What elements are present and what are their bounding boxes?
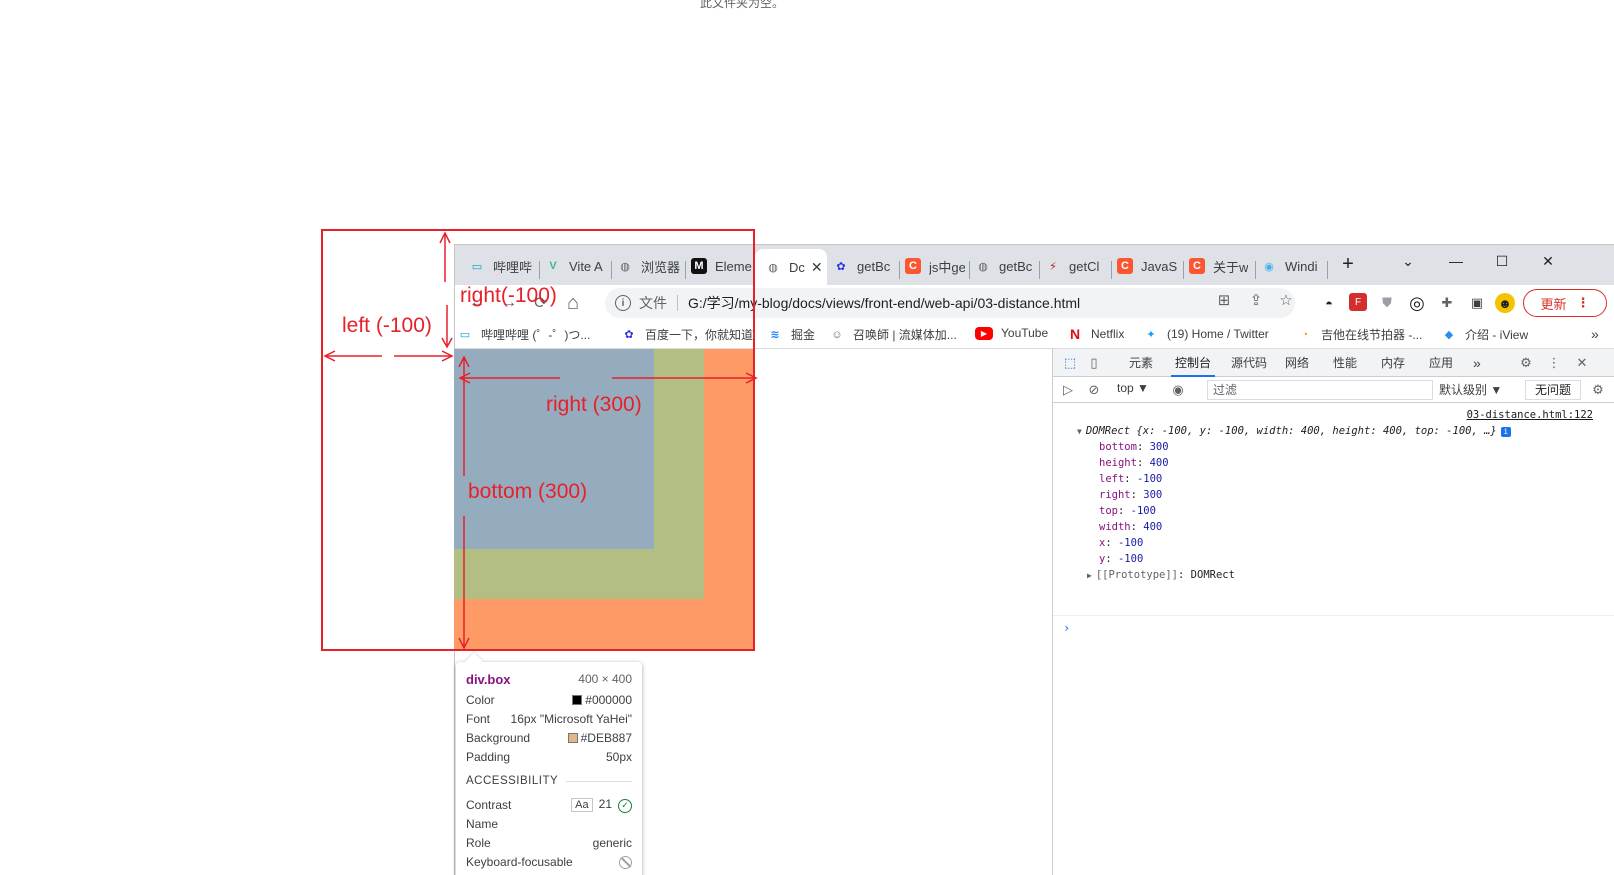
more-tabs-button[interactable]: »	[1473, 349, 1481, 377]
prop-row: left: -100	[1099, 473, 1163, 485]
tab-network[interactable]: 网络	[1285, 349, 1309, 377]
prop-row: width: 400	[1099, 521, 1163, 533]
console-filter-bar: ▷ ⊘ top ▼ ◉ 过滤 默认级别 ▼ 无问题 ⚙	[1053, 377, 1614, 403]
expanded-triangle-icon[interactable]: ▼	[1077, 427, 1082, 436]
clear-console-icon[interactable]: ⊘	[1085, 381, 1103, 399]
tab-sources[interactable]: 源代码	[1231, 349, 1267, 377]
color-swatch	[572, 695, 583, 705]
background-swatch	[567, 733, 578, 743]
device-toolbar-icon[interactable]: ▯	[1085, 354, 1103, 372]
eye-icon[interactable]: ◉	[1169, 381, 1187, 399]
tooltip-selector: div.box	[466, 671, 511, 687]
filter-input[interactable]: 过滤	[1207, 380, 1433, 400]
close-devtools-icon[interactable]: ✕	[1573, 354, 1591, 372]
annotation-right-negative: right(-100)	[460, 284, 557, 307]
sidebar-toggle-icon[interactable]: ▷	[1059, 381, 1077, 399]
inspect-element-icon[interactable]: ⬚	[1061, 354, 1079, 372]
devtools-panel: ⬚ ▯ 元素 控制台 源代码 网络 性能 内存 应用 » ⚙ ⋮ ✕ ▷ ⊘ t…	[1052, 349, 1614, 875]
prototype-row[interactable]: ▶ [[Prototype]]: DOMRect	[1087, 569, 1235, 581]
not-allowed-icon	[619, 855, 632, 869]
tooltip-size: 400 × 400	[578, 672, 632, 686]
annotation-bottom: bottom (300)	[468, 480, 588, 503]
annotation-right: right (300)	[546, 393, 642, 416]
prop-row: y: -100	[1099, 553, 1144, 565]
check-icon: ✓	[618, 799, 632, 813]
console-prompt[interactable]: ›	[1063, 621, 1070, 635]
inspect-tooltip: div.box 400 × 400 Color #000000 Font 16p…	[456, 662, 642, 875]
domrect-summary[interactable]: ▼ DOMRect {x: -100, y: -100, width: 400, …	[1077, 425, 1511, 437]
prop-row: bottom: 300	[1099, 441, 1169, 453]
tab-performance[interactable]: 性能	[1333, 349, 1357, 377]
tab-elements[interactable]: 元素	[1129, 349, 1153, 377]
prop-row: top: -100	[1099, 505, 1156, 517]
accessibility-heading: ACCESSIBILITY	[466, 775, 632, 787]
annotation-left: left (-100)	[342, 314, 432, 337]
console-settings-gear-icon[interactable]: ⚙	[1589, 381, 1607, 399]
info-badge-icon: i	[1500, 427, 1511, 437]
settings-gear-icon[interactable]: ⚙	[1517, 354, 1535, 372]
more-options-icon[interactable]: ⋮	[1545, 354, 1563, 372]
issues-button[interactable]: 无问题	[1525, 380, 1581, 400]
prop-row: right: 300	[1099, 489, 1163, 501]
source-link[interactable]: 03-distance.html:122	[1467, 409, 1593, 421]
tab-console[interactable]: 控制台	[1171, 349, 1216, 377]
prop-row: height: 400	[1099, 457, 1169, 469]
context-selector[interactable]: top ▼	[1117, 381, 1149, 395]
devtools-tabbar: ⬚ ▯ 元素 控制台 源代码 网络 性能 内存 应用 » ⚙ ⋮ ✕	[1053, 349, 1614, 377]
tab-memory[interactable]: 内存	[1381, 349, 1405, 377]
log-levels-dropdown[interactable]: 默认级别 ▼	[1439, 381, 1502, 398]
prop-row: x: -100	[1099, 537, 1144, 549]
tab-application[interactable]: 应用	[1429, 349, 1453, 377]
